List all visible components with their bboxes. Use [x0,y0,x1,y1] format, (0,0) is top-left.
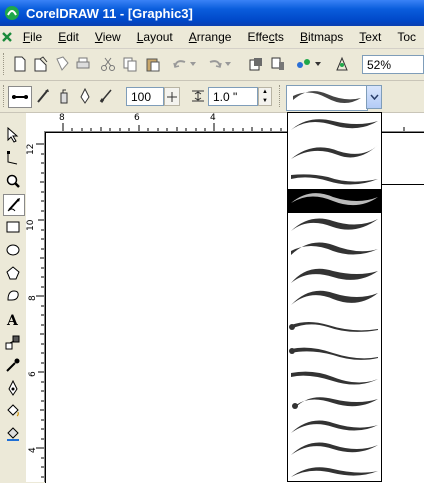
current-stroke-preview [293,91,361,103]
import-icon[interactable] [246,54,266,74]
stroke-width-field[interactable]: 1.0 " [208,87,258,106]
new-document-icon[interactable] [10,54,30,74]
fill-tool-icon[interactable] [3,401,23,421]
property-bar-grip[interactable] [3,85,7,107]
title-bar: CorelDRAW 11 - [Graphic3] [0,0,424,26]
stroke-option[interactable] [288,141,381,165]
freehand-tool-icon[interactable] [3,194,25,216]
outline-tool-icon[interactable] [3,378,23,398]
spin-up-icon[interactable]: ▲ [259,88,271,97]
menu-tools[interactable]: Toc [389,30,424,44]
doc-menu-icon[interactable] [0,31,15,43]
shape-tool-icon[interactable] [3,148,23,168]
interactive-fill-tool-icon[interactable] [3,424,23,444]
redo-icon[interactable] [205,54,225,74]
spin-down-icon[interactable]: ▼ [259,97,271,106]
toolbar-grip[interactable] [3,53,7,75]
preset-mode-icon[interactable] [8,86,32,108]
polygon-tool-icon[interactable] [3,263,23,283]
basic-shapes-tool-icon[interactable] [3,286,23,306]
menu-edit[interactable]: Edit [50,30,87,44]
menu-bitmaps[interactable]: Bitmaps [292,30,351,44]
stroke-width-spinner[interactable]: ▲ ▼ [258,87,272,106]
menu-effects[interactable]: Effects [239,30,291,44]
toolbox: A [0,113,27,482]
smoothing-slider-icon[interactable] [164,87,180,106]
print-icon[interactable] [73,54,93,74]
svg-text:A: A [6,313,19,327]
application-launcher-icon[interactable] [294,54,314,74]
stroke-option[interactable] [288,165,381,189]
stroke-option[interactable] [288,415,381,439]
stroke-option[interactable] [288,313,381,337]
stroke-option[interactable] [288,237,381,261]
redo-dropdown-icon[interactable] [223,54,233,74]
interactive-blend-tool-icon[interactable] [3,332,23,352]
ruler-label: 12 [26,143,36,155]
menu-layout[interactable]: Layout [129,30,181,44]
stroke-option[interactable] [288,339,381,363]
property-bar: 100 1.0 " ▲ ▼ [0,81,424,113]
paste-icon[interactable] [143,54,163,74]
stroke-option[interactable] [288,213,381,237]
stroke-option[interactable] [288,287,381,311]
launcher-dropdown-icon[interactable] [313,54,323,74]
standard-toolbar: 52% [0,49,424,81]
undo-icon[interactable] [170,54,190,74]
ruler-label: 6 [134,113,140,123]
menu-bar: File Edit View Layout Arrange Effects Bi… [0,26,424,49]
stroke-preset-selector[interactable] [286,85,368,111]
vertical-ruler[interactable]: 12 10 8 6 4 [26,131,45,482]
open-icon[interactable] [31,54,51,74]
ellipse-tool-icon[interactable] [3,240,23,260]
sprayer-mode-icon[interactable] [54,86,74,106]
ruler-label: 10 [26,219,36,231]
zoom-tool-icon[interactable] [3,171,23,191]
export-icon[interactable] [268,54,288,74]
vertical-ruler-ticks [36,143,44,478]
stroke-option[interactable] [288,391,381,415]
ruler-label: 4 [28,447,38,453]
rectangle-tool-icon[interactable] [3,217,23,237]
save-icon[interactable] [52,54,72,74]
menu-file[interactable]: File [15,30,50,44]
pressure-mode-icon[interactable] [96,86,116,106]
menu-text[interactable]: Text [351,30,389,44]
eyedropper-tool-icon[interactable] [3,355,23,375]
undo-dropdown-icon[interactable] [188,54,198,74]
copy-icon[interactable] [120,54,140,74]
calligraphic-mode-icon[interactable] [75,86,95,106]
zoom-level-field[interactable]: 52% [362,55,424,74]
stroke-dropdown-arrow-icon[interactable] [366,85,382,109]
ruler-label: 8 [28,295,38,301]
cut-icon[interactable] [98,54,118,74]
ruler-label: 8 [59,113,65,123]
brush-mode-icon[interactable] [33,86,53,106]
menu-arrange[interactable]: Arrange [181,30,240,44]
stroke-option[interactable] [288,439,381,463]
menu-view[interactable]: View [87,30,129,44]
pick-tool-icon[interactable] [3,125,23,145]
freehand-smoothing-field[interactable]: 100 [126,87,164,106]
page-border-line [382,184,424,185]
stroke-preset-list[interactable] [287,112,382,482]
stroke-option[interactable] [288,365,381,389]
stroke-option[interactable] [288,463,381,481]
window-title: CorelDRAW 11 - [Graphic3] [26,5,193,21]
stroke-width-icon [188,86,208,106]
coreldraw-app-icon [4,5,20,21]
stroke-option[interactable] [288,263,381,287]
ruler-label: 6 [28,371,38,377]
text-tool-icon[interactable]: A [3,309,23,329]
corel-online-icon[interactable] [332,54,352,74]
ruler-label: 4 [210,113,216,123]
stroke-option-selected[interactable] [288,189,381,213]
property-bar-separator [279,85,283,107]
stroke-option[interactable] [288,115,381,139]
